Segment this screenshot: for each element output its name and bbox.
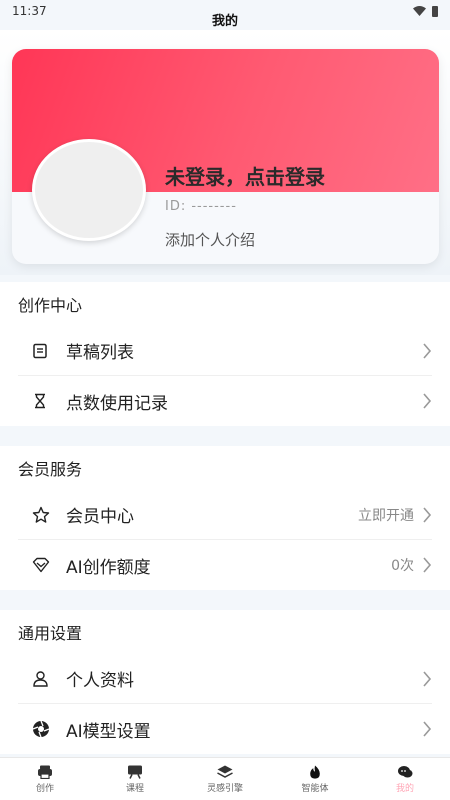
menu-item-label: 会员中心 (66, 507, 134, 527)
diamond-icon (18, 557, 66, 573)
star-icon (18, 506, 66, 524)
layers-icon (217, 765, 233, 778)
menu-item-value: 立即开通 (358, 507, 414, 524)
menu-item-profile[interactable]: 个人资料 (18, 654, 432, 704)
menu-item-ai-model-settings[interactable]: AI模型设置 (18, 704, 432, 754)
menu-item-points-history[interactable]: 点数使用记录 (18, 376, 432, 426)
menu-item-label: 点数使用记录 (66, 393, 168, 414)
chevron-right-icon (423, 721, 432, 737)
menu-item-label: AI模型设置 (66, 721, 151, 742)
section-creation: 创作中心 草稿列表 点数使用记录 (0, 282, 450, 426)
chevron-right-icon (423, 670, 432, 687)
login-prompt[interactable]: 未登录，点击登录 (165, 161, 325, 190)
chevron-right-icon (423, 393, 432, 409)
nav-item-inspiration[interactable]: 灵感引擎 (180, 758, 270, 800)
chevron-right-icon (423, 557, 432, 573)
profile-card[interactable]: 未登录，点击登录 ID: -------- 添加个人介绍 (12, 49, 439, 264)
chat-icon (398, 765, 413, 777)
user-id: ID: -------- (165, 199, 237, 214)
chevron-right-icon (423, 506, 432, 523)
section-title: 通用设置 (18, 624, 83, 643)
menu-item-ai-quota[interactable]: AI创作额度 0次 (18, 540, 432, 590)
page-title: 我的 (211, 14, 238, 29)
section-title: 创作中心 (18, 296, 83, 315)
bio-link[interactable]: 添加个人介绍 (165, 229, 255, 250)
printer-icon (38, 765, 52, 779)
nav-label: 灵感引擎 (206, 783, 243, 794)
document-icon (18, 343, 66, 359)
flame-icon (310, 764, 320, 779)
menu-item-label: 草稿列表 (66, 343, 134, 363)
aperture-icon (18, 720, 66, 738)
menu-item-drafts[interactable]: 草稿列表 (18, 326, 432, 376)
nav-item-mine[interactable]: 我的 (360, 758, 450, 800)
nav-item-create[interactable]: 创作 (0, 758, 90, 800)
nav-label: 智能体 (301, 783, 329, 794)
menu-item-label: AI创作额度 (66, 557, 151, 578)
section-settings: 通用设置 个人资料 AI模型设置 (0, 610, 450, 754)
menu-item-label: 个人资料 (66, 671, 134, 691)
section-title: 会员服务 (18, 460, 83, 479)
avatar[interactable] (32, 139, 146, 241)
menu-item-value: 0次 (391, 558, 414, 574)
section-membership: 会员服务 会员中心 立即开通 AI创作额度 0次 (0, 446, 450, 590)
nav-label: 课程 (125, 783, 144, 794)
nav-label: 我的 (395, 783, 414, 794)
menu-item-member-center[interactable]: 会员中心 立即开通 (18, 490, 432, 540)
nav-label: 创作 (35, 783, 54, 794)
person-icon (18, 670, 66, 687)
chevron-right-icon (423, 342, 432, 359)
nav-item-courses[interactable]: 课程 (90, 758, 180, 800)
hourglass-icon (18, 393, 66, 409)
board-icon (128, 765, 142, 779)
nav-item-agents[interactable]: 智能体 (270, 758, 360, 800)
bottom-nav: 创作 课程 灵感引擎 智能体 我的 (0, 757, 450, 800)
